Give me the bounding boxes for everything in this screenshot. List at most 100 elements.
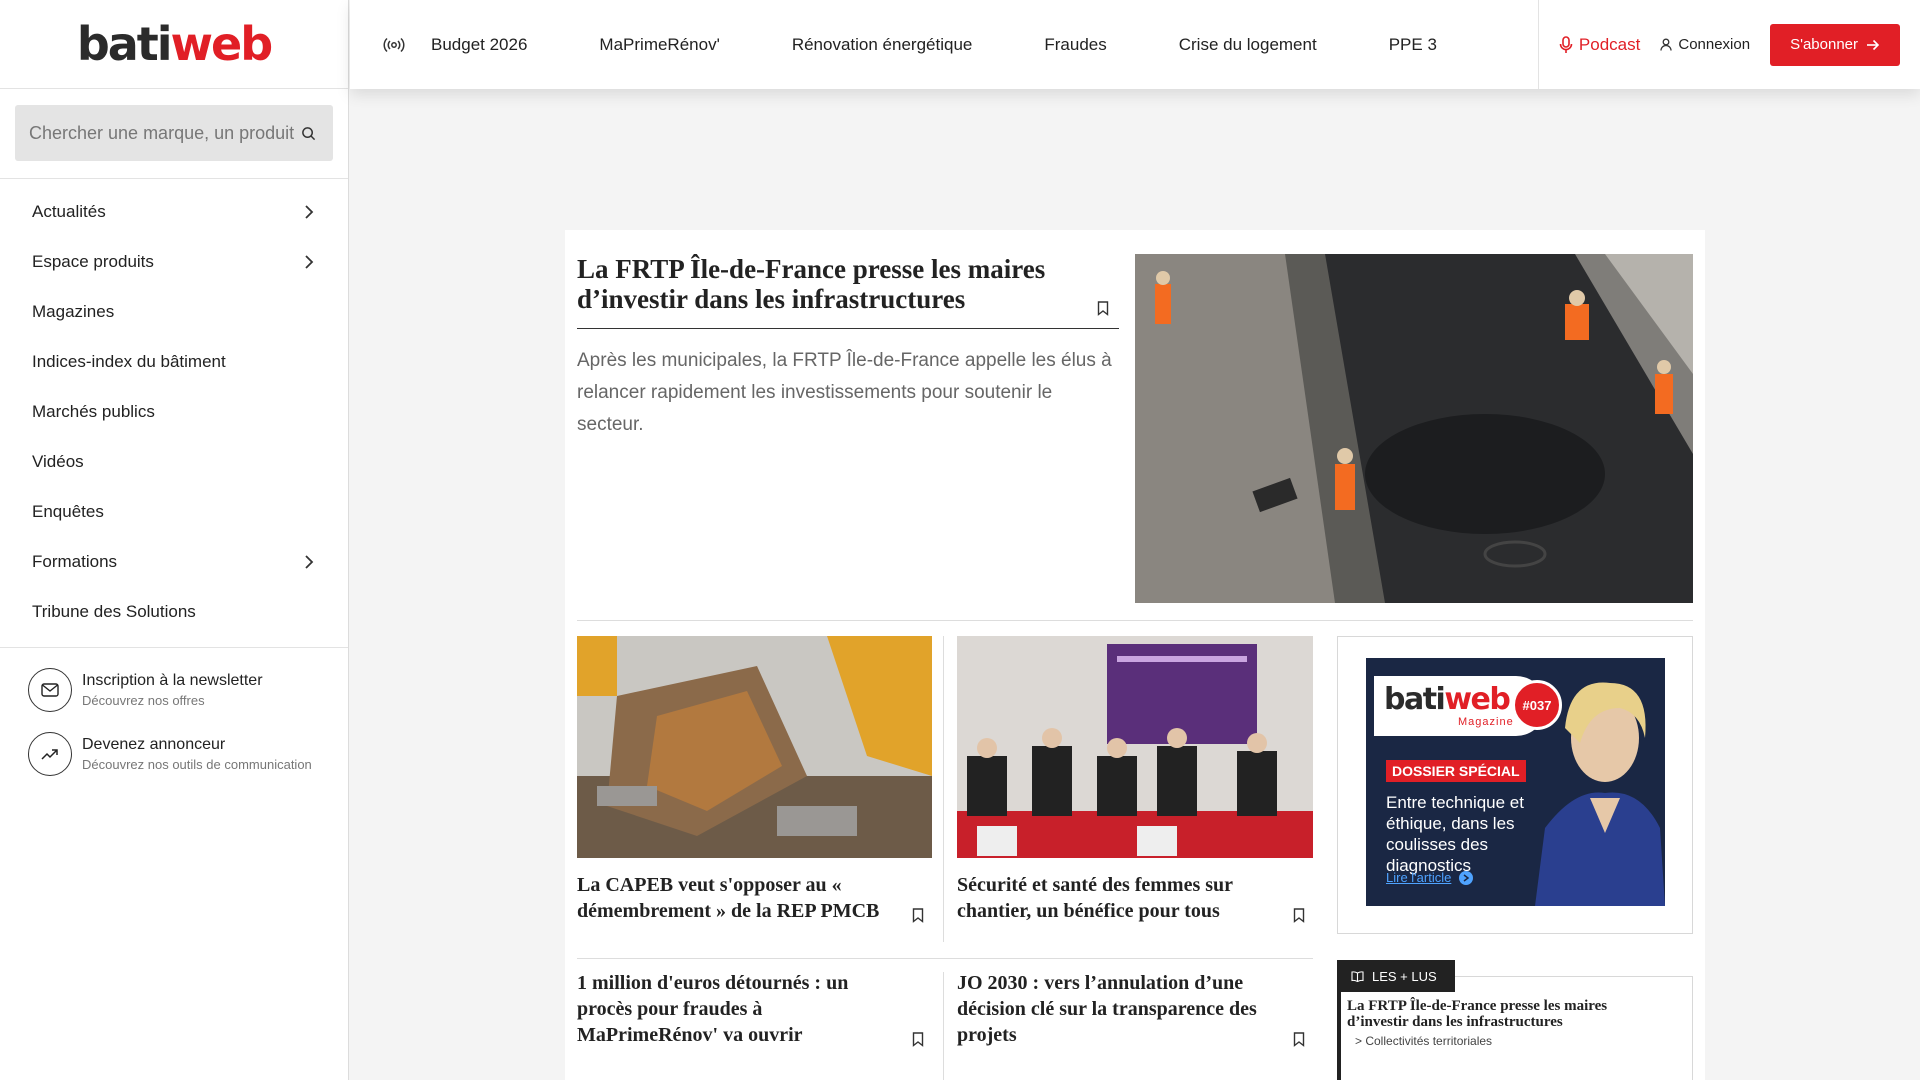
article-card[interactable]: 1 million d'euros détournés : un procès …	[577, 970, 932, 1048]
newsletter-signup[interactable]: Inscription à la newsletter Découvrez no…	[28, 658, 348, 722]
main-content: La FRTP Île-de-France presse les maires …	[565, 230, 1705, 1080]
most-read: LES + LUS La FRTP Île-de-France presse l…	[1337, 960, 1693, 1080]
arrow-right-icon	[1866, 39, 1880, 51]
promo-title: Devenez annonceur	[82, 736, 226, 753]
article-card[interactable]: Sécurité et santé des femmes sur chantie…	[957, 636, 1313, 924]
sidebar-item-label: Formations	[32, 552, 118, 571]
bookmark-icon[interactable]	[1097, 292, 1111, 316]
topnav-budget-2026[interactable]: Budget 2026	[431, 35, 527, 55]
bookmark-icon[interactable]	[912, 904, 926, 923]
ad-logo-text: batiweb	[1384, 682, 1511, 717]
topnav-maprimerenov[interactable]: MaPrimeRénov'	[599, 35, 719, 55]
search-box	[15, 105, 333, 161]
sidebar-nav: Actualités Espace produits Magazines Ind…	[0, 179, 348, 648]
sidebar-item-label: Actualités	[32, 202, 106, 221]
lead-image[interactable]	[1135, 254, 1693, 603]
article-image[interactable]	[577, 636, 932, 858]
ad-logo-bati: bati	[1384, 682, 1446, 717]
article-title-block: La CAPEB veut s'opposer au « démembremen…	[577, 872, 932, 924]
article-title[interactable]: Sécurité et santé des femmes sur chantie…	[957, 874, 1233, 922]
divider	[577, 620, 1693, 621]
topnav-renovation-energetique[interactable]: Rénovation énergétique	[792, 35, 973, 55]
promo-title: Inscription à la newsletter	[82, 672, 263, 689]
article-title-block: JO 2030 : vers l’annulation d’une décisi…	[957, 970, 1313, 1048]
sidebar-item-marches-publics[interactable]: Marchés publics	[0, 387, 348, 437]
most-read-tab[interactable]: LES + LUS	[1337, 960, 1455, 992]
most-read-item-title[interactable]: La FRTP Île-de-France presse les maires …	[1347, 998, 1667, 1030]
sidebar-item-label: Tribune des Solutions	[32, 602, 196, 621]
search-area	[0, 89, 348, 179]
ad-link-label: Lire l'article	[1386, 870, 1452, 885]
bookmark-icon[interactable]	[1293, 1028, 1307, 1047]
arrow-circle-icon	[1459, 870, 1474, 885]
article-title[interactable]: 1 million d'euros détournés : un procès …	[577, 972, 848, 1046]
chevron-right-icon	[302, 555, 316, 569]
search-input[interactable]	[29, 122, 297, 144]
ad-logo-web: web	[1444, 682, 1511, 717]
promo-subtitle: Découvrez nos outils de communication	[82, 757, 312, 772]
subscribe-label: S'abonner	[1790, 36, 1858, 53]
chevron-right-icon	[302, 205, 316, 219]
podcast-label: Podcast	[1578, 34, 1641, 54]
mail-icon	[28, 668, 72, 712]
article-title-block: Sécurité et santé des femmes sur chantie…	[957, 872, 1313, 924]
login-link[interactable]: Connexion	[1660, 36, 1750, 53]
sidebar-item-videos[interactable]: Vidéos	[0, 437, 348, 487]
most-read-tab-label: LES + LUS	[1372, 968, 1437, 984]
ad-headline: Entre technique et éthique, dans les cou…	[1386, 793, 1524, 875]
site-logo[interactable]: batiweb	[77, 17, 273, 71]
microphone-icon	[1559, 35, 1573, 54]
article-title[interactable]: La CAPEB veut s'opposer au « démembremen…	[577, 874, 879, 922]
sidebar-item-tribune[interactable]: Tribune des Solutions	[0, 587, 348, 637]
top-navbar: Budget 2026 MaPrimeRénov' Rénovation éne…	[350, 0, 1920, 89]
sidebar-item-indices[interactable]: Indices-index du bâtiment	[0, 337, 348, 387]
topnav-crise-logement[interactable]: Crise du logement	[1179, 35, 1317, 55]
sidebar-item-label: Vidéos	[32, 452, 84, 471]
divider	[943, 972, 944, 1080]
sidebar-item-label: Magazines	[32, 302, 115, 321]
trending-up-icon	[28, 732, 72, 776]
magazine-ad: batiweb Magazine #037 DOSSIER SPÉCIAL En…	[1337, 636, 1693, 934]
live-broadcast-icon[interactable]	[382, 33, 406, 57]
podcast-link[interactable]: Podcast	[1559, 35, 1640, 55]
lead-article[interactable]: La FRTP Île-de-France presse les maires …	[577, 254, 1693, 611]
sidebar-item-label: Marchés publics	[32, 402, 155, 421]
divider	[577, 958, 1313, 959]
sidebar-item-enquetes[interactable]: Enquêtes	[0, 487, 348, 537]
subscribe-button[interactable]: S'abonner	[1770, 23, 1900, 66]
promo-subtitle: Découvrez nos offres	[82, 693, 205, 708]
sidebar-item-label: Espace produits	[32, 252, 154, 271]
sidebar-item-formations[interactable]: Formations	[0, 537, 348, 587]
lead-title[interactable]: La FRTP Île-de-France presse les maires …	[577, 254, 1045, 314]
sidebar-item-label: Indices-index du bâtiment	[32, 352, 226, 371]
sidebar-item-espace-produits[interactable]: Espace produits	[0, 237, 348, 287]
ad-read-link[interactable]: Lire l'article	[1386, 870, 1474, 885]
topnav-ppe3[interactable]: PPE 3	[1389, 35, 1437, 55]
topnav-fraudes[interactable]: Fraudes	[1044, 35, 1106, 55]
book-open-icon	[1351, 970, 1364, 982]
lead-text: La FRTP Île-de-France presse les maires …	[577, 254, 1119, 441]
lead-title-block: La FRTP Île-de-France presse les maires …	[577, 254, 1119, 329]
most-read-item-category[interactable]: > Collectivités territoriales	[1355, 1034, 1492, 1048]
article-image[interactable]	[957, 636, 1313, 858]
ad-magazine-label: Magazine	[1458, 716, 1514, 728]
article-title[interactable]: JO 2030 : vers l’annulation d’une décisi…	[957, 972, 1257, 1046]
user-icon	[1660, 38, 1673, 51]
article-title-block: 1 million d'euros détournés : un procès …	[577, 970, 932, 1048]
divider	[943, 636, 944, 942]
search-icon[interactable]	[297, 122, 319, 144]
chevron-right-icon	[302, 255, 316, 269]
advertiser-link[interactable]: Devenez annonceur Découvrez nos outils d…	[28, 722, 348, 786]
sidebar-item-magazines[interactable]: Magazines	[0, 287, 348, 337]
article-card[interactable]: La CAPEB veut s'opposer au « démembremen…	[577, 636, 932, 924]
bookmark-icon[interactable]	[1293, 904, 1307, 923]
sidebar-item-actualites[interactable]: Actualités	[0, 187, 348, 237]
bookmark-icon[interactable]	[912, 1028, 926, 1047]
sidebar-item-label: Enquêtes	[32, 502, 104, 521]
magazine-ad-banner[interactable]: batiweb Magazine #037 DOSSIER SPÉCIAL En…	[1366, 658, 1665, 906]
topic-nav: Budget 2026 MaPrimeRénov' Rénovation éne…	[431, 35, 1469, 55]
article-card[interactable]: JO 2030 : vers l’annulation d’une décisi…	[957, 970, 1313, 1048]
logo-area: batiweb	[0, 0, 348, 89]
login-label: Connexion	[1678, 36, 1751, 53]
ad-badge: DOSSIER SPÉCIAL	[1386, 760, 1526, 782]
